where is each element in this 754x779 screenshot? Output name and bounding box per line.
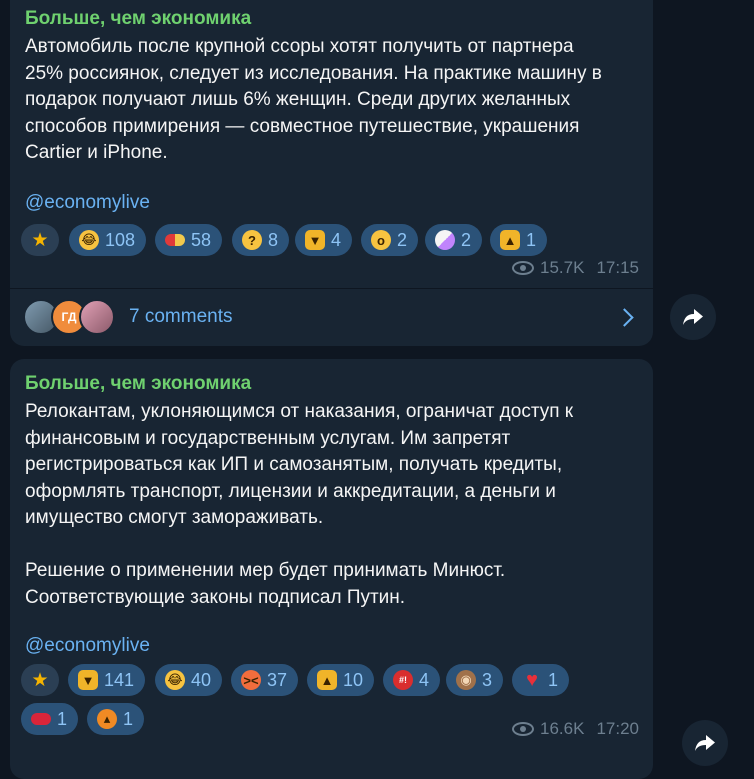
reaction-count: 37 bbox=[267, 669, 288, 690]
reaction-chip[interactable]: ▼ 141 bbox=[68, 664, 146, 696]
pill-emoji-icon bbox=[165, 234, 185, 246]
reaction-count: 58 bbox=[191, 229, 212, 250]
pumpkin-emoji-icon: ▴ bbox=[97, 709, 117, 729]
rofl-emoji-icon: 😂 bbox=[79, 230, 99, 250]
channel-post[interactable]: Больше, чем экономика Релокантам, уклоня… bbox=[10, 359, 653, 779]
reaction-count: 1 bbox=[548, 669, 559, 690]
reaction-count: 1 bbox=[57, 708, 68, 729]
reaction-chip[interactable]: 😂 40 bbox=[155, 664, 223, 696]
sender-name[interactable]: Больше, чем экономика bbox=[25, 8, 251, 30]
channel-post[interactable]: Больше, чем экономика Автомобиль после к… bbox=[10, 0, 653, 346]
reaction-chip[interactable]: ▲ 10 bbox=[307, 664, 375, 696]
heart-emoji-icon: ♥ bbox=[526, 668, 538, 691]
reaction-chip[interactable]: ▴ 1 bbox=[87, 703, 145, 735]
channel-link[interactable]: @economylive bbox=[25, 633, 645, 660]
rofl-emoji-icon: 😂 bbox=[165, 670, 185, 690]
post-text: Релокантам, уклоняющимся от наказания, о… bbox=[25, 401, 574, 608]
reaction-chip[interactable]: >< 37 bbox=[231, 664, 299, 696]
reaction-chip[interactable]: #! 4 bbox=[383, 664, 441, 696]
share-button[interactable] bbox=[682, 720, 728, 766]
share-arrow-icon bbox=[683, 309, 703, 325]
comments-button[interactable]: ГД 7 comments bbox=[10, 289, 653, 345]
post-time: 17:20 bbox=[596, 719, 639, 738]
reaction-chip[interactable]: ▲ 1 bbox=[490, 224, 548, 256]
reaction-count: 141 bbox=[104, 669, 135, 690]
thumbs-down-emoji-icon: ▼ bbox=[78, 670, 98, 690]
reaction-chip[interactable]: 😂 108 bbox=[69, 224, 147, 256]
post-meta: 15.7K 17:15 bbox=[512, 258, 639, 278]
commenter-avatar bbox=[79, 299, 115, 335]
post-time: 17:15 bbox=[596, 258, 639, 277]
reaction-chip[interactable]: o 2 bbox=[361, 224, 419, 256]
reaction-chip[interactable]: 58 bbox=[155, 224, 223, 256]
thinking-emoji-icon: ? bbox=[242, 230, 262, 250]
reaction-chip[interactable]: ◉ 3 bbox=[446, 664, 504, 696]
thumbs-down-emoji-icon: ▼ bbox=[305, 230, 325, 250]
share-arrow-icon bbox=[695, 735, 715, 751]
reaction-count: 40 bbox=[191, 669, 212, 690]
reaction-chip[interactable]: 1 bbox=[21, 703, 79, 735]
reaction-count: 1 bbox=[526, 229, 537, 250]
reaction-chip[interactable]: ▼ 4 bbox=[295, 224, 353, 256]
eye-icon bbox=[512, 722, 535, 736]
share-button[interactable] bbox=[670, 294, 716, 340]
unicorn-emoji-icon bbox=[435, 230, 455, 250]
post-text: Автомобиль после крупной ссоры хотят пол… bbox=[25, 36, 602, 163]
kiss-lips-emoji-icon bbox=[31, 713, 51, 725]
reaction-count: 2 bbox=[397, 229, 408, 250]
star-icon: ★ bbox=[31, 669, 49, 691]
reaction-count: 108 bbox=[105, 229, 136, 250]
reaction-star[interactable]: ★ bbox=[21, 664, 59, 696]
chevron-right-icon bbox=[615, 307, 634, 327]
view-count: 15.7K bbox=[540, 258, 585, 277]
reaction-count: 2 bbox=[461, 229, 472, 250]
eye-icon bbox=[512, 261, 535, 275]
view-count: 16.6K bbox=[540, 719, 585, 738]
star-icon: ★ bbox=[31, 229, 49, 251]
angry-emoji-icon: >< bbox=[241, 670, 261, 690]
thumbs-up-emoji-icon: ▲ bbox=[317, 670, 337, 690]
reaction-count: 3 bbox=[482, 669, 493, 690]
reaction-count: 1 bbox=[123, 708, 134, 729]
reaction-chip[interactable]: ? 8 bbox=[232, 224, 290, 256]
yawning-emoji-icon: o bbox=[371, 230, 391, 250]
thumbs-up-emoji-icon: ▲ bbox=[500, 230, 520, 250]
reaction-count: 4 bbox=[331, 229, 342, 250]
reaction-count: 4 bbox=[419, 669, 430, 690]
post-meta: 16.6K 17:20 bbox=[512, 719, 639, 739]
reaction-count: 8 bbox=[268, 229, 279, 250]
reaction-chip[interactable]: ♥ 1 bbox=[512, 664, 570, 696]
reaction-count: 10 bbox=[343, 669, 364, 690]
comments-label: 7 comments bbox=[129, 306, 233, 327]
reaction-chip[interactable]: 2 bbox=[425, 224, 483, 256]
see-no-evil-monkey-emoji-icon: ◉ bbox=[456, 670, 476, 690]
sender-name[interactable]: Больше, чем экономика bbox=[25, 373, 251, 395]
reaction-star[interactable]: ★ bbox=[21, 224, 59, 256]
channel-link[interactable]: @economylive bbox=[25, 190, 645, 217]
cursing-emoji-icon: #! bbox=[393, 670, 413, 690]
